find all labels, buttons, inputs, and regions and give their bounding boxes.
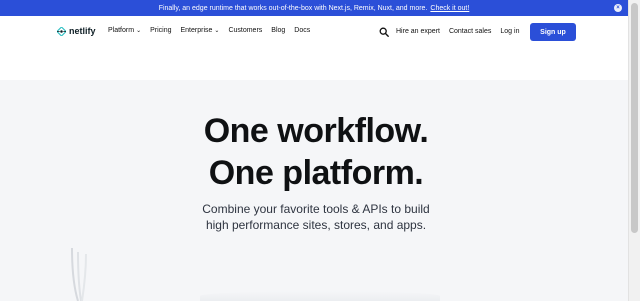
bottom-shape (200, 291, 440, 301)
hero-subtitle-line1: Combine your favorite tools & APIs to bu… (202, 202, 430, 216)
announcement-text: Finally, an edge runtime that works out-… (158, 4, 428, 12)
login-link[interactable]: Log in (500, 28, 519, 35)
logo[interactable]: netlify (57, 26, 96, 36)
nav-item-platform[interactable]: Platform ⌄ (108, 27, 141, 34)
nav-item-label: Pricing (150, 27, 172, 34)
nav-item-blog[interactable]: Blog (271, 27, 285, 34)
contact-sales-link[interactable]: Contact sales (449, 28, 491, 35)
decorative-lines (71, 248, 87, 301)
nav-item-label: Platform (108, 27, 135, 34)
netlify-logo-icon (57, 26, 66, 36)
hire-expert-link[interactable]: Hire an expert (396, 28, 440, 35)
chevron-down-icon: ⌄ (214, 28, 220, 34)
nav-item-label: Customers (228, 27, 263, 34)
nav-item-enterprise[interactable]: Enterprise ⌄ (181, 27, 220, 34)
scrollbar-thumb[interactable] (631, 3, 638, 233)
chevron-down-icon: ⌄ (136, 28, 142, 34)
close-icon[interactable]: × (614, 4, 622, 12)
announcement-bar: Finally, an edge runtime that works out-… (0, 0, 628, 16)
nav-item-label: Docs (294, 27, 311, 34)
hero-subtitle-line2: high performance sites, stores, and apps… (205, 218, 427, 232)
signup-button[interactable]: Sign up (530, 23, 576, 41)
hero-title-line2: One platform. (208, 154, 424, 192)
nav-item-docs[interactable]: Docs (294, 27, 310, 34)
logo-text: netlify (69, 26, 96, 36)
hero-title-line1: One workflow. (203, 112, 429, 150)
nav-item-pricing[interactable]: Pricing (150, 27, 171, 34)
nav-item-label: Enterprise (180, 27, 213, 34)
right-nav: Hire an expert Contact sales Log in (396, 28, 519, 35)
nav-item-label: Blog (271, 27, 286, 34)
nav-item-customers[interactable]: Customers (228, 27, 262, 34)
main-nav: Platform ⌄ Pricing Enterprise ⌄ Customer… (108, 27, 319, 34)
announcement-link[interactable]: Check it out! (430, 5, 469, 12)
search-icon[interactable] (379, 27, 389, 37)
